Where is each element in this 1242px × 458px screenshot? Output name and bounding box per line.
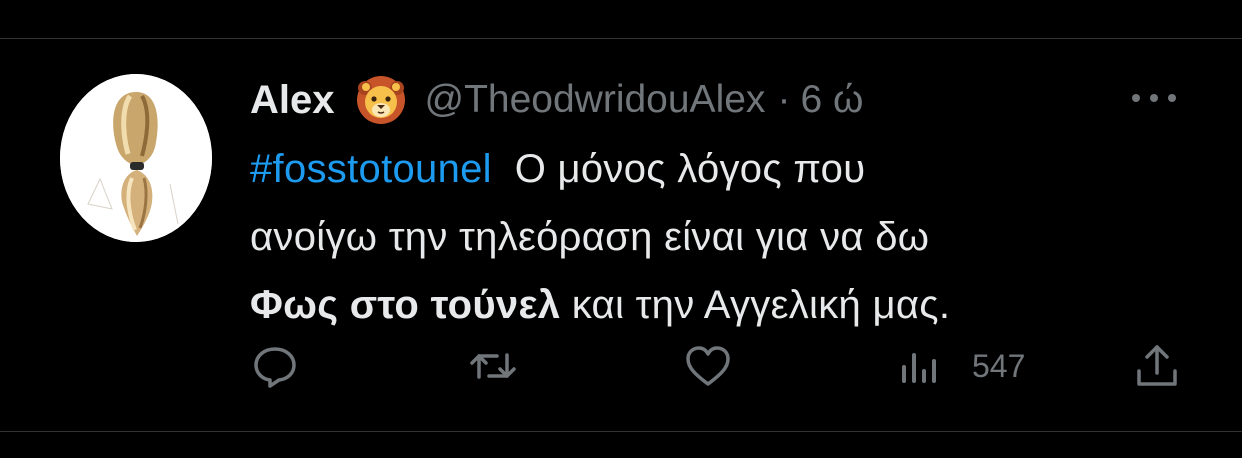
retweet-button[interactable]: [466, 339, 520, 393]
handle[interactable]: @TheodwridouAlex: [425, 78, 766, 122]
tweet-header: Alex @TheodwridouAlex · 6 ώ: [250, 72, 1190, 128]
like-button[interactable]: [681, 339, 735, 393]
bold-phrase: Φως στο τούνελ: [250, 283, 561, 327]
tweet-text-segment: και την Αγγελική μας.: [571, 283, 951, 327]
tweet-text-segment: Ο μόνος λόγος που: [514, 147, 866, 191]
more-options-button[interactable]: [1132, 88, 1176, 108]
hashtag-link[interactable]: #fosstotounel: [250, 147, 492, 191]
retweet-icon: [470, 353, 516, 379]
more-dot-icon: [1150, 94, 1158, 102]
more-dot-icon: [1168, 94, 1176, 102]
tweet-actions: 547: [248, 339, 1188, 393]
avatar-hair-illustration: [60, 74, 212, 242]
heart-icon: [686, 346, 730, 386]
tweet-text-line-3: Φως στο τούνελ και την Αγγελική μας.: [250, 271, 1180, 339]
analytics-icon: [902, 353, 936, 383]
reply-icon: [254, 347, 296, 388]
share-button[interactable]: [1130, 339, 1184, 393]
reply-button[interactable]: [248, 339, 302, 393]
tweet-text: #fosstotounel Ο μόνος λόγος που ανοίγω τ…: [250, 135, 1180, 339]
tweet-text-line-1: #fosstotounel Ο μόνος λόγος που: [250, 135, 1180, 203]
timestamp[interactable]: 6 ώ: [800, 78, 863, 122]
tweet-text-line-2: ανοίγω την τηλεόραση είναι για να δω: [250, 215, 930, 259]
more-dot-icon: [1132, 94, 1140, 102]
bottom-divider: [0, 431, 1242, 432]
avatar[interactable]: [60, 74, 212, 242]
lion-emoji-icon: [355, 74, 407, 126]
tweet[interactable]: Alex @TheodwridouAlex · 6 ώ #fosstotoune…: [0, 39, 1242, 431]
separator-dot: ·: [777, 78, 791, 121]
views-count: 547: [972, 347, 1026, 384]
share-icon: [1137, 345, 1177, 386]
views-button[interactable]: 547: [898, 339, 1025, 393]
display-name[interactable]: Alex: [250, 78, 335, 123]
